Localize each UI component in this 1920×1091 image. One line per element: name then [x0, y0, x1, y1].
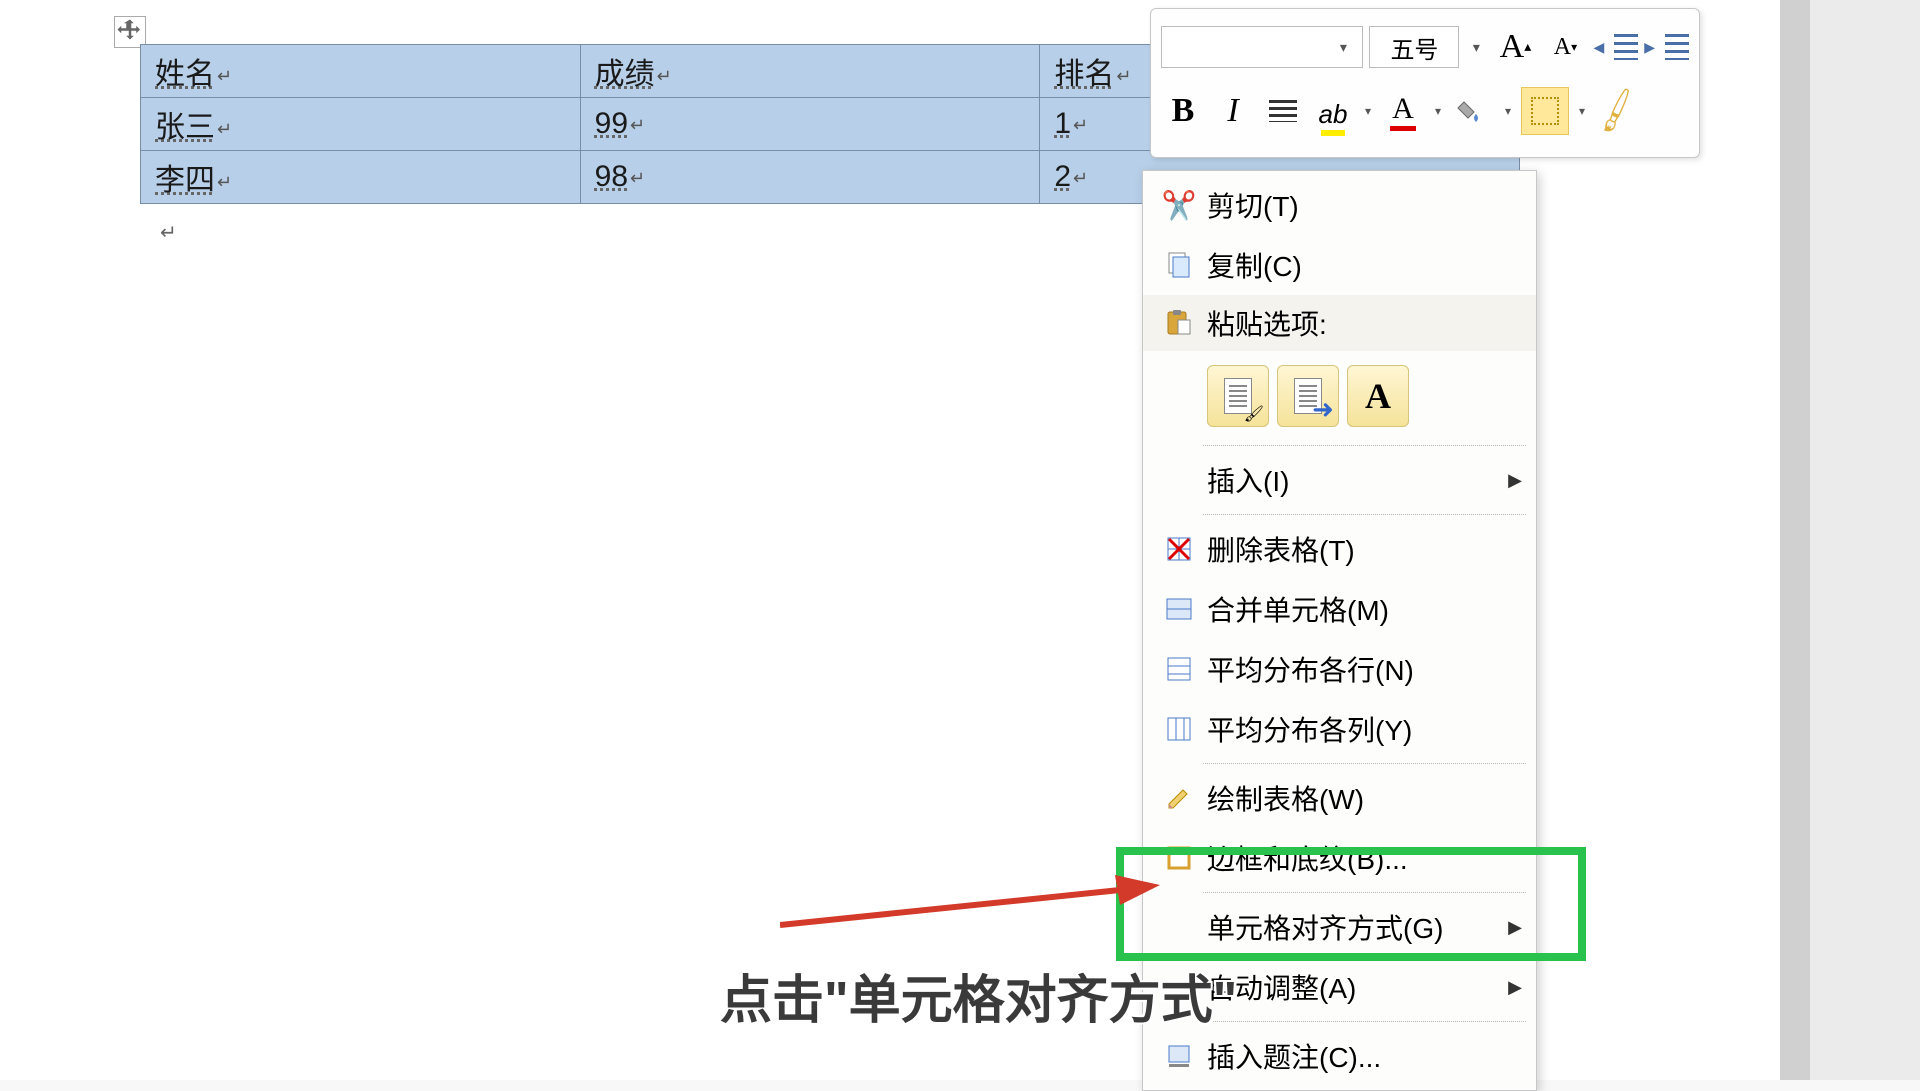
chevron-down-icon[interactable]: ▾	[1575, 86, 1589, 136]
italic-button[interactable]: I	[1211, 86, 1255, 136]
borders-button[interactable]	[1521, 86, 1569, 136]
menu-label: 自动调整(A)	[1207, 967, 1508, 1007]
format-painter-button[interactable]: 🖌	[1595, 86, 1639, 136]
menu-merge-cells[interactable]: 合并单元格(M)	[1143, 579, 1536, 639]
menu-label: 单元格对齐方式(G)	[1207, 907, 1508, 947]
table-header-cell: 排名	[1054, 58, 1114, 91]
chevron-down-icon[interactable]: ▾	[1465, 39, 1487, 56]
highlight-button[interactable]: ab	[1311, 86, 1355, 136]
menu-distribute-cols[interactable]: 平均分布各列(Y)	[1143, 699, 1536, 759]
font-name-combo[interactable]: ▾	[1161, 26, 1363, 68]
arrow-icon: ➜	[1312, 394, 1334, 425]
menu-borders-shading[interactable]: 边框和底纹(B)...	[1143, 828, 1536, 888]
table-cell: 李四	[155, 164, 215, 197]
chevron-down-icon[interactable]: ▾	[1431, 86, 1445, 136]
menu-separator	[1203, 763, 1526, 764]
pencil-icon	[1151, 784, 1207, 812]
menu-separator	[1203, 1021, 1526, 1022]
menu-delete-table[interactable]: 删除表格(T)	[1143, 519, 1536, 579]
menu-label: 合并单元格(M)	[1207, 589, 1522, 629]
table-cell: 1	[1054, 107, 1071, 140]
menu-paste-options-header: 粘贴选项:	[1143, 295, 1536, 351]
menu-label: 平均分布各行(N)	[1207, 649, 1522, 689]
caption-icon	[1151, 1042, 1207, 1070]
font-size-combo[interactable]: 五号	[1369, 26, 1459, 68]
table-header-cell: 成绩	[595, 58, 655, 91]
menu-label: 剪切(T)	[1207, 185, 1522, 225]
chevron-right-icon: ▶	[1508, 977, 1522, 998]
chevron-down-icon[interactable]: ▾	[1361, 86, 1375, 136]
borders-icon	[1151, 844, 1207, 872]
menu-copy[interactable]: 复制(C)	[1143, 235, 1536, 295]
menu-label: 边框和底纹(B)...	[1207, 838, 1522, 878]
grow-font-button[interactable]: A▴	[1493, 22, 1537, 72]
chevron-down-icon[interactable]: ▾	[1332, 39, 1354, 56]
decrease-indent-button[interactable]: ◀	[1593, 22, 1638, 72]
merge-cells-icon	[1151, 595, 1207, 623]
shrink-font-button[interactable]: A▾	[1543, 22, 1587, 72]
chevron-right-icon: ▶	[1508, 470, 1522, 491]
menu-label: 插入(I)	[1207, 460, 1508, 500]
menu-insert-caption[interactable]: 插入题注(C)...	[1143, 1026, 1536, 1086]
increase-indent-button[interactable]: ▶	[1644, 22, 1689, 72]
copy-icon	[1151, 251, 1207, 279]
paragraph-mark: ↵	[1116, 66, 1131, 86]
table-cell: 98	[595, 160, 628, 193]
delete-table-icon	[1151, 535, 1207, 563]
menu-separator	[1203, 445, 1526, 446]
scissors-icon: ✂️	[1151, 189, 1207, 222]
menu-label: 复制(C)	[1207, 245, 1522, 285]
menu-distribute-rows[interactable]: 平均分布各行(N)	[1143, 639, 1536, 699]
menu-insert[interactable]: 插入(I) ▶	[1143, 450, 1536, 510]
menu-separator	[1203, 892, 1526, 893]
paste-options-row: 🖌 ➜ A	[1143, 351, 1536, 441]
table-cell: 张三	[155, 111, 215, 144]
table-header-cell: 姓名	[155, 58, 215, 91]
menu-label: 粘贴选项:	[1207, 303, 1522, 343]
highlight-color-swatch	[1321, 130, 1345, 136]
app-background	[1810, 0, 1920, 1080]
letter-a-icon: A	[1365, 375, 1391, 417]
paste-keep-source-button[interactable]: 🖌	[1207, 365, 1269, 427]
distribute-rows-icon	[1151, 655, 1207, 683]
font-size-value: 五号	[1390, 30, 1438, 65]
shading-button[interactable]	[1451, 86, 1495, 136]
menu-cell-alignment[interactable]: 单元格对齐方式(G) ▶	[1143, 897, 1536, 957]
clipboard-icon	[1151, 308, 1207, 338]
distribute-cols-icon	[1151, 715, 1207, 743]
paragraph-mark: ↵	[657, 66, 672, 86]
chevron-right-icon: ▶	[1508, 917, 1522, 938]
paste-text-only-button[interactable]: A	[1347, 365, 1409, 427]
paragraph-mark: ↵	[160, 220, 177, 245]
font-color-button[interactable]: A	[1381, 86, 1425, 136]
menu-cut[interactable]: ✂️ 剪切(T)	[1143, 175, 1536, 235]
paragraph-mark: ↵	[217, 66, 232, 86]
align-center-button[interactable]	[1261, 86, 1305, 136]
tutorial-caption: 点击"单元格对齐方式"	[720, 958, 1237, 1033]
menu-label: 删除表格(T)	[1207, 529, 1522, 569]
paste-merge-button[interactable]: ➜	[1277, 365, 1339, 427]
menu-draw-table[interactable]: 绘制表格(W)	[1143, 768, 1536, 828]
font-color-swatch	[1390, 126, 1416, 131]
table-cell: 2	[1054, 160, 1071, 193]
menu-label: 绘制表格(W)	[1207, 778, 1522, 818]
context-menu: ✂️ 剪切(T) 复制(C) 粘贴选项: 🖌 ➜ A 插入(I) ▶	[1142, 170, 1537, 1091]
chevron-down-icon[interactable]: ▾	[1501, 86, 1515, 136]
menu-label: 插入题注(C)...	[1207, 1036, 1522, 1076]
bold-button[interactable]: B	[1161, 86, 1205, 136]
menu-separator	[1203, 514, 1526, 515]
table-cell: 99	[595, 107, 628, 140]
mini-toolbar: ▾ 五号 ▾ A▴ A▾ ◀ ▶ B I ab ▾ A	[1150, 8, 1700, 158]
page-edge-shadow	[1780, 0, 1810, 1080]
menu-label: 平均分布各列(Y)	[1207, 709, 1522, 749]
